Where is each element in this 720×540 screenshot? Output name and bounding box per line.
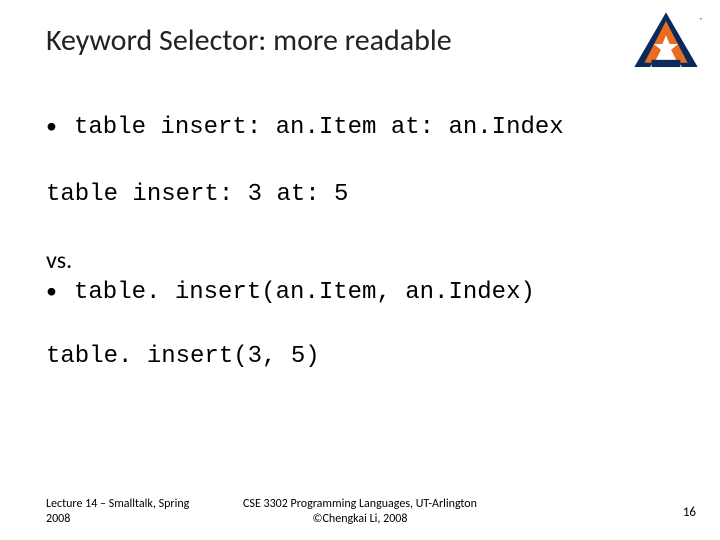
code-line-2: table. insert(an.Item, an.Index) xyxy=(74,279,535,308)
vs-label: vs. xyxy=(46,246,680,275)
uta-a-icon: ™ xyxy=(630,8,702,80)
svg-text:™: ™ xyxy=(699,17,702,22)
uta-logo: ™ xyxy=(630,8,702,80)
footer-center: CSE 3302 Programming Languages, UT-Arlin… xyxy=(0,497,720,526)
bullet-dot-icon: • xyxy=(46,277,74,304)
footer-center-line2: ©Chengkai Li, 2008 xyxy=(0,512,720,526)
page-number: 16 xyxy=(683,505,696,520)
slide: Keyword Selector: more readable ™ • tabl… xyxy=(0,0,720,540)
footer: Lecture 14 – Smalltalk, Spring 2008 CSE … xyxy=(0,490,720,526)
code-line-1-example: table insert: 3 at: 5 xyxy=(46,181,680,210)
slide-title: Keyword Selector: more readable xyxy=(46,22,452,59)
bullet-dot-icon: • xyxy=(46,112,74,139)
code-line-2-example: table. insert(3, 5) xyxy=(46,343,680,372)
slide-body: • table insert: an.Item at: an.Index tab… xyxy=(46,112,680,372)
footer-center-line1: CSE 3302 Programming Languages, UT-Arlin… xyxy=(0,497,720,511)
code-line-1: table insert: an.Item at: an.Index xyxy=(74,114,564,143)
bullet-1: • table insert: an.Item at: an.Index xyxy=(46,112,680,143)
bullet-2: • table. insert(an.Item, an.Index) xyxy=(46,277,680,308)
